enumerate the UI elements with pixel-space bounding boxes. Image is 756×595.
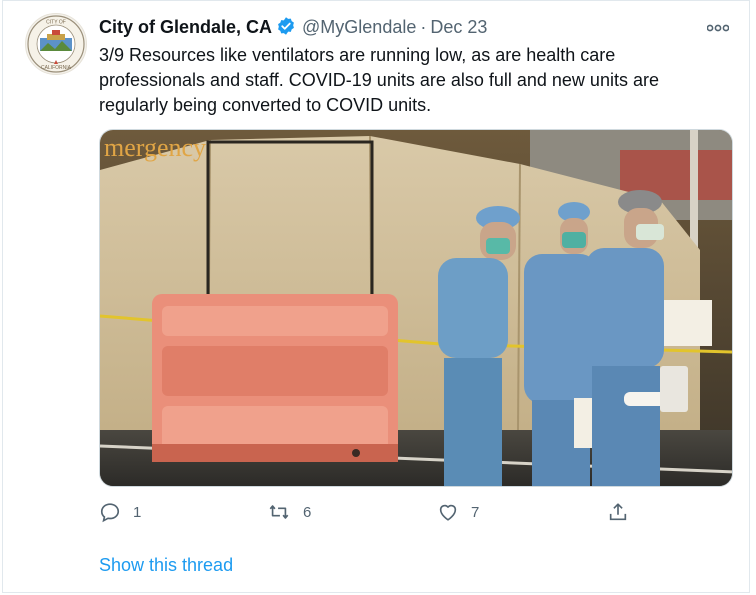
separator-dot: · — [420, 17, 427, 37]
share-action[interactable] — [607, 501, 629, 523]
show-thread-link[interactable]: Show this thread — [99, 555, 233, 576]
heart-icon — [439, 504, 457, 521]
author-name[interactable]: City of Glendale, CA — [99, 17, 272, 37]
verified-badge-icon — [276, 16, 296, 42]
more-dots-icon[interactable] — [706, 19, 730, 37]
author-handle[interactable]: @MyGlendale — [302, 17, 416, 37]
tweet-date[interactable]: Dec 23 — [430, 17, 487, 37]
like-action[interactable]: 7 — [437, 501, 479, 523]
tweet-actions: 1 6 7 — [99, 501, 639, 527]
orange-barrier — [152, 294, 398, 462]
tweet-header: City of Glendale, CA @MyGlendale · Dec 23 — [99, 15, 487, 42]
glendale-seal-icon: CITY OF CALIFORNIA — [27, 15, 85, 73]
avatar[interactable]: CITY OF CALIFORNIA — [25, 13, 87, 75]
like-count: 7 — [471, 503, 480, 521]
emergency-sign: mergency — [104, 133, 206, 162]
retweet-count: 6 — [303, 503, 312, 521]
tweet-photo[interactable]: mergency — [99, 129, 733, 487]
share-icon — [609, 503, 627, 521]
retweet-icon — [269, 505, 289, 519]
hospital-tent-photo: mergency — [100, 130, 732, 486]
svg-text:CALIFORNIA: CALIFORNIA — [41, 65, 72, 71]
retweet-action[interactable]: 6 — [267, 501, 311, 523]
tweet-text: 3/9 Resources like ventilators are runni… — [99, 45, 659, 115]
tweet-card[interactable]: CITY OF CALIFORNIA City of Glendale, CA @… — [2, 0, 750, 593]
reply-action[interactable]: 1 — [99, 501, 141, 523]
svg-text:CITY OF: CITY OF — [46, 20, 66, 26]
reply-count: 1 — [133, 503, 142, 521]
reply-icon — [100, 503, 120, 523]
